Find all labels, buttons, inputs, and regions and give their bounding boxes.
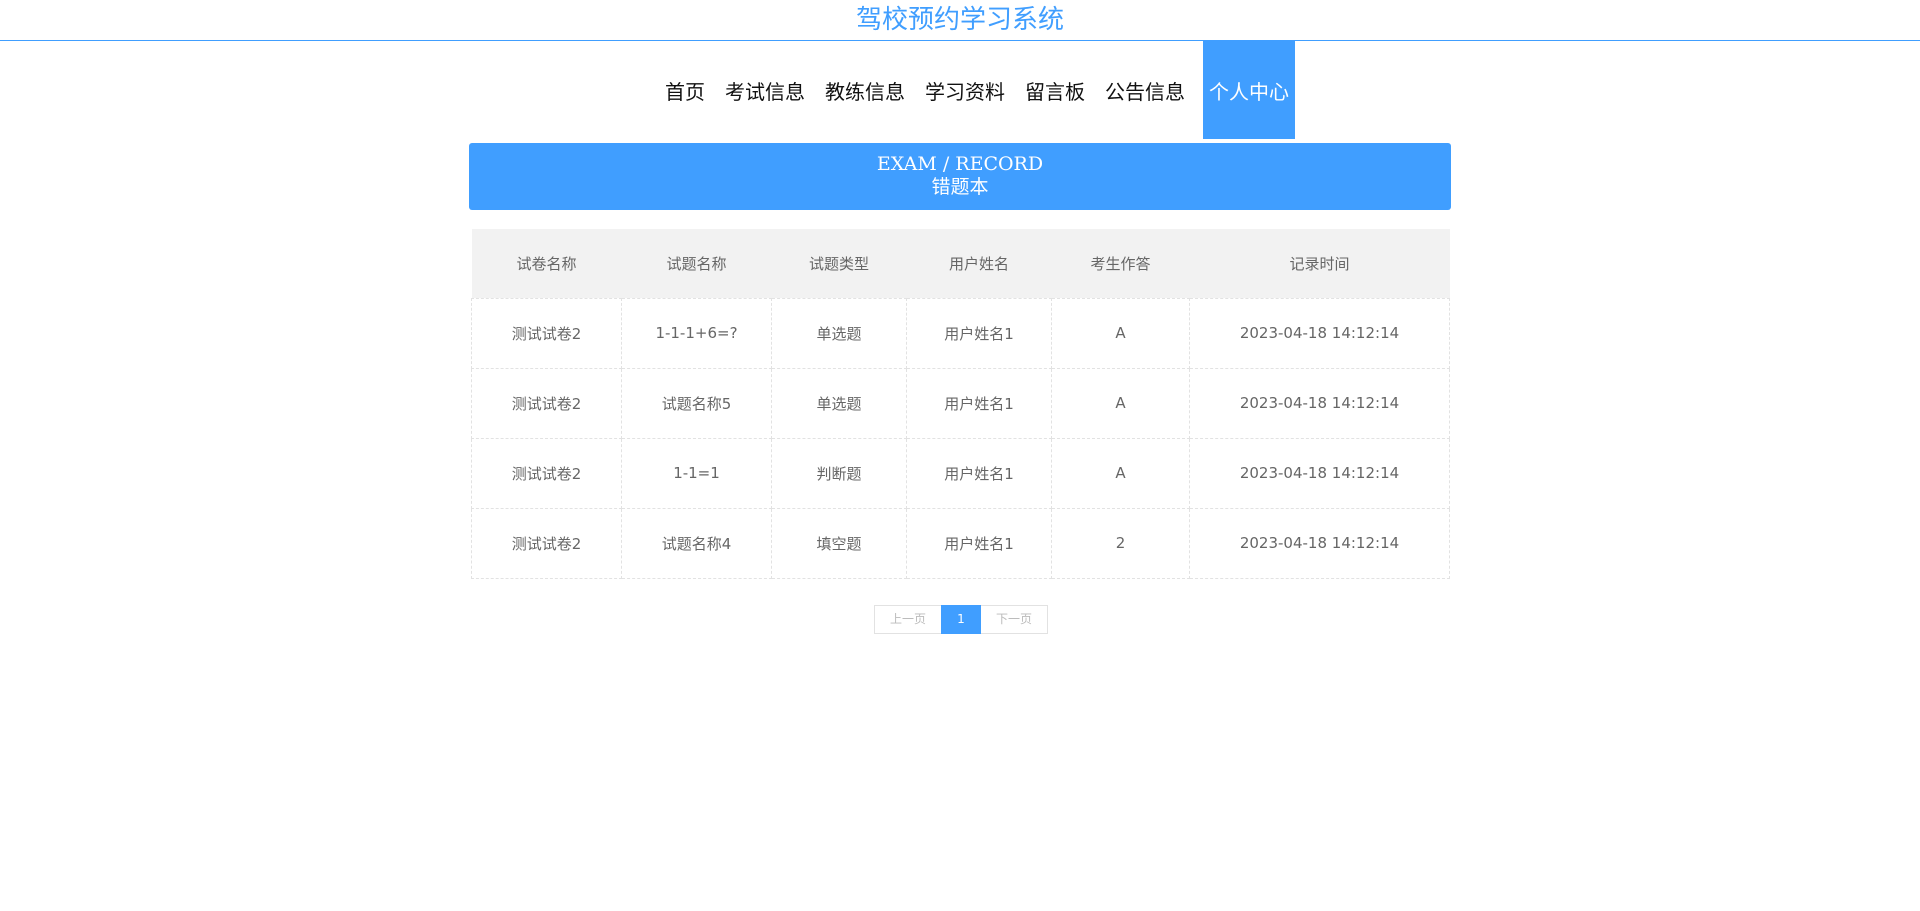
cell-question-type: 单选题	[771, 367, 907, 439]
table-row[interactable]: 测试试卷2 试题名称4 填空题 用户姓名1 2 2023-04-18 14:12…	[471, 507, 1450, 579]
page-banner: EXAM / RECORD 错题本	[469, 143, 1451, 210]
table-row[interactable]: 测试试卷2 1-1-1+6=? 单选题 用户姓名1 A 2023-04-18 1…	[471, 297, 1450, 369]
column-header-paper-name: 试卷名称	[516, 254, 577, 273]
nav-item-home[interactable]: 首页	[655, 41, 715, 139]
cell-record-time: 2023-04-18 14:12:14	[1189, 367, 1450, 439]
cell-record-time: 2023-04-18 14:12:14	[1189, 507, 1450, 579]
cell-record-time: 2023-04-18 14:12:14	[1189, 437, 1450, 509]
cell-answer: A	[1051, 297, 1190, 369]
cell-question-type: 判断题	[771, 437, 907, 509]
nav-item-personal-center[interactable]: 个人中心	[1203, 41, 1295, 139]
cell-paper-name: 测试试卷2	[471, 297, 622, 369]
cell-paper-name: 测试试卷2	[471, 437, 622, 509]
cell-paper-name: 测试试卷2	[471, 367, 622, 439]
next-page-button[interactable]: 下一页	[981, 605, 1048, 634]
nav-item-study-materials[interactable]: 学习资料	[915, 41, 1015, 139]
cell-answer: A	[1051, 367, 1190, 439]
page-title: 错题本	[931, 176, 989, 198]
cell-user-name: 用户姓名1	[906, 297, 1052, 369]
nav-item-message-board[interactable]: 留言板	[1015, 41, 1095, 139]
cell-paper-name: 测试试卷2	[471, 507, 622, 579]
cell-question-name: 试题名称5	[621, 367, 772, 439]
table-row[interactable]: 测试试卷2 1-1=1 判断题 用户姓名1 A 2023-04-18 14:12…	[471, 437, 1450, 509]
cell-question-name: 1-1=1	[621, 437, 772, 509]
nav-item-exam-info[interactable]: 考试信息	[715, 41, 815, 139]
nav-item-coach-info[interactable]: 教练信息	[815, 41, 915, 139]
column-header-question-type: 试题类型	[808, 254, 869, 273]
pagination: 上一页 1 下一页	[874, 605, 1048, 634]
column-header-record-time: 记录时间	[1289, 254, 1350, 273]
cell-question-name: 1-1-1+6=?	[621, 297, 772, 369]
site-header: 驾校预约学习系统	[0, 0, 1920, 41]
page-number-button[interactable]: 1	[941, 605, 981, 634]
cell-question-type: 单选题	[771, 297, 907, 369]
cell-question-type: 填空题	[771, 507, 907, 579]
cell-record-time: 2023-04-18 14:12:14	[1189, 297, 1450, 369]
cell-answer: 2	[1051, 507, 1190, 579]
cell-user-name: 用户姓名1	[906, 507, 1052, 579]
wrong-questions-table: 试卷名称 试题名称 试题类型 用户姓名 考生作答 记录时间 测试试卷2 1-1-…	[471, 229, 1450, 579]
column-header-answer: 考生作答	[1090, 254, 1151, 273]
site-title: 驾校预约学习系统	[855, 5, 1064, 35]
column-header-question-name: 试题名称	[666, 254, 727, 273]
prev-page-button[interactable]: 上一页	[874, 605, 941, 634]
cell-question-name: 试题名称4	[621, 507, 772, 579]
cell-user-name: 用户姓名1	[906, 367, 1052, 439]
main-nav: 首页 考试信息 教练信息 学习资料 留言板 公告信息 个人中心	[0, 41, 1920, 139]
table-row[interactable]: 测试试卷2 试题名称5 单选题 用户姓名1 A 2023-04-18 14:12…	[471, 367, 1450, 439]
banner-english-title: EXAM / RECORD	[876, 153, 1044, 175]
cell-user-name: 用户姓名1	[906, 437, 1052, 509]
wrong-questions-table-container: 试卷名称 试题名称 试题类型 用户姓名 考生作答 记录时间 测试试卷2 1-1-…	[471, 229, 1450, 579]
table-header-row: 试卷名称 试题名称 试题类型 用户姓名 考生作答 记录时间	[471, 229, 1450, 298]
column-header-user-name: 用户姓名	[948, 254, 1009, 273]
nav-item-announcements[interactable]: 公告信息	[1095, 41, 1195, 139]
cell-answer: A	[1051, 437, 1190, 509]
